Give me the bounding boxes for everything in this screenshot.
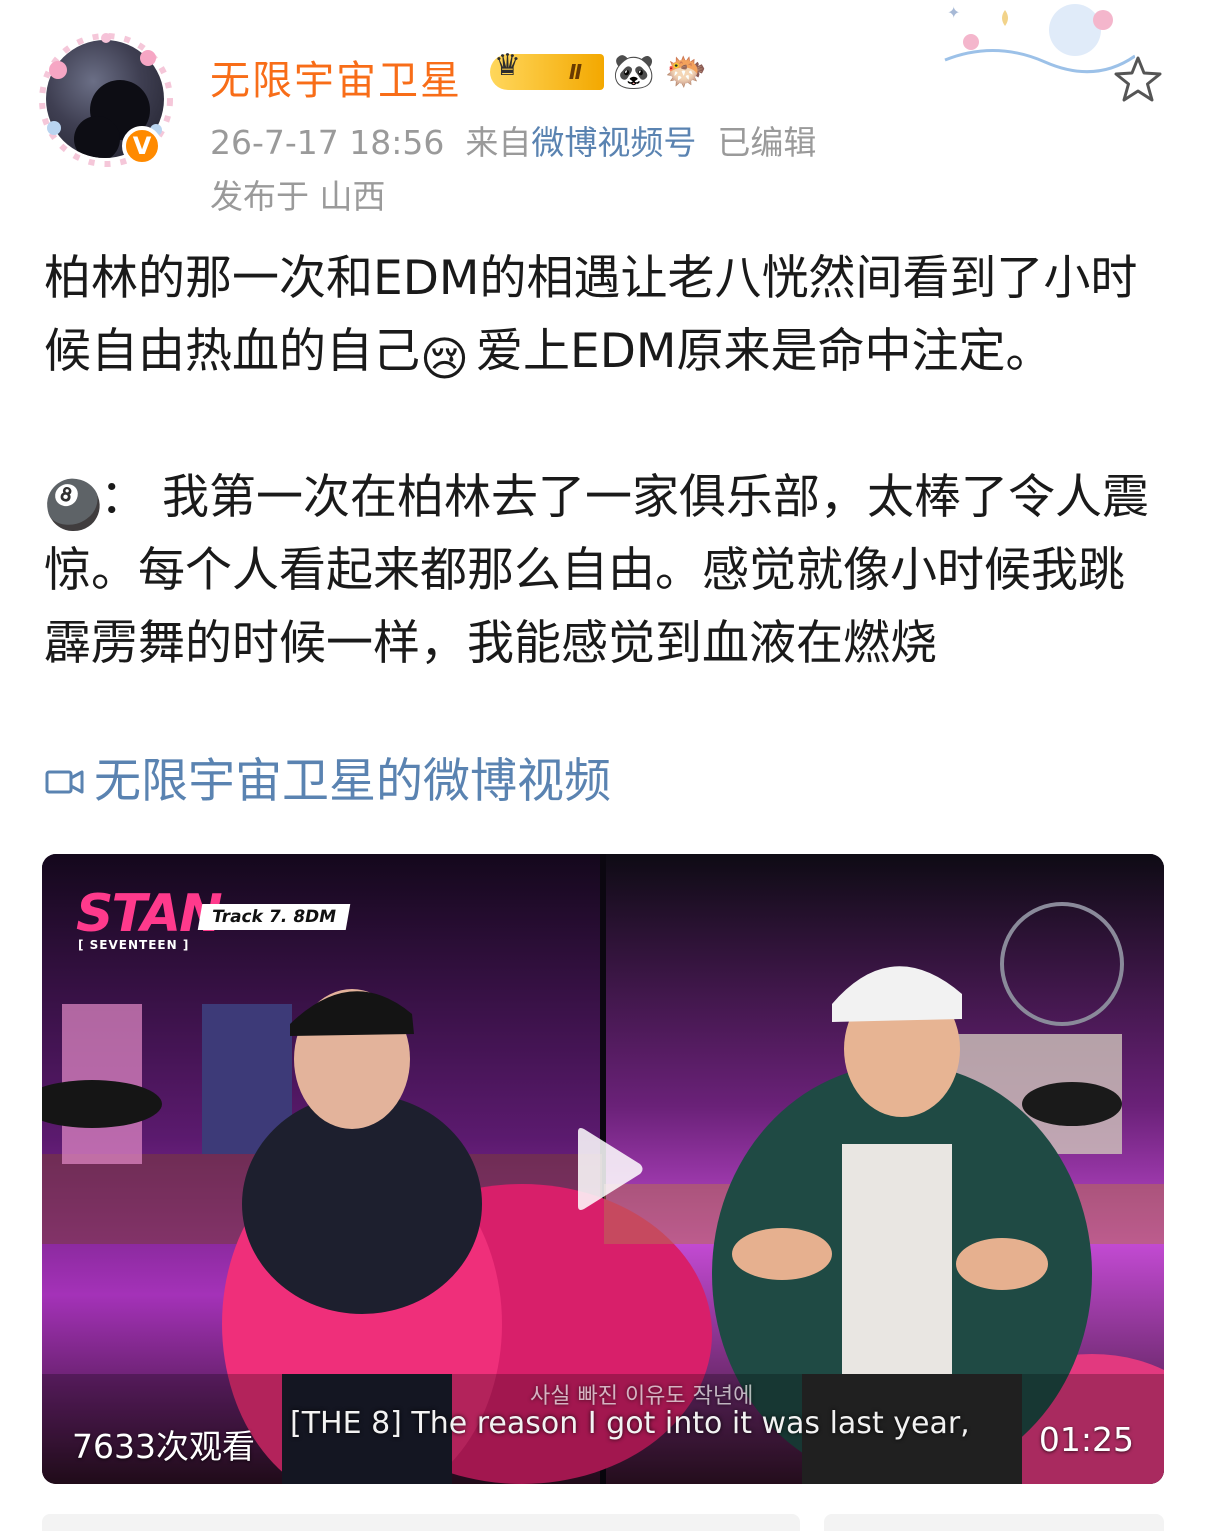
favorite-star-icon[interactable] xyxy=(1112,54,1164,106)
video-duration: 01:25 xyxy=(1038,1420,1134,1459)
show-logo: STAN xyxy=(76,884,223,944)
post-body: 柏林的那一次和EDM的相遇让老八恍然间看到了小时候自由热血的自己😢 爱上EDM原来… xyxy=(44,242,1164,680)
eight-ball-icon: 🎱 xyxy=(44,478,103,533)
track-label: Track 7. 8DM xyxy=(197,904,351,930)
crying-face-icon: 😢 xyxy=(420,332,469,387)
video-camera-icon xyxy=(45,770,84,794)
subtitle-english: [THE 8] The reason I got into it was las… xyxy=(290,1406,970,1441)
post-source-link[interactable]: 微博视频号 xyxy=(531,123,696,162)
post-header: V 无限宇宙卫星 ♛ Ⅱ 🐼 🐡 26-7-17 18:56 来自微博视频号 已… xyxy=(0,0,1206,230)
username[interactable]: 无限宇宙卫星 xyxy=(210,48,462,106)
post-text-1b: 爱上EDM原来是命中注定。 xyxy=(476,324,1053,379)
video-player[interactable]: STAN Track 7. 8DM [ SEVENTEEN ] 7633次观看 … xyxy=(42,854,1164,1484)
crown-icon: ♛ xyxy=(494,48,521,83)
play-icon[interactable] xyxy=(570,1124,646,1214)
edited-label[interactable]: 已编辑 xyxy=(717,123,816,162)
header-decoration: ✦ xyxy=(944,3,1135,74)
source-prefix: 来自 xyxy=(465,123,532,162)
pufferfish-badge-icon[interactable]: 🐡 xyxy=(664,50,708,94)
svg-text:✦: ✦ xyxy=(947,3,960,22)
next-card-preview xyxy=(42,1514,1164,1531)
post-text-2: ： 我第一次在柏林去了一家俱乐部，太棒了令人震惊。每个人看起来都那么自由。感觉就… xyxy=(44,470,1149,671)
weibo-video-link[interactable]: 无限宇宙卫星的微博视频 xyxy=(44,752,611,812)
user-badges: ♛ Ⅱ 🐼 🐡 xyxy=(490,48,708,94)
video-link-label: 无限宇宙卫星的微博视频 xyxy=(94,754,611,809)
panda-badge-icon[interactable]: 🐼 xyxy=(612,50,656,94)
member-level-badge[interactable]: ♛ Ⅱ xyxy=(490,48,604,90)
verified-icon: V xyxy=(122,126,162,166)
next-card-right xyxy=(824,1514,1164,1531)
post-location: 发布于 山西 xyxy=(210,177,386,216)
view-count: 7633次观看 xyxy=(72,1427,255,1466)
post-paragraph-1: 柏林的那一次和EDM的相遇让老八恍然间看到了小时候自由热血的自己😢 爱上EDM原来… xyxy=(44,242,1164,388)
group-label: [ SEVENTEEN ] xyxy=(78,938,190,952)
next-card-left xyxy=(42,1514,800,1531)
member-level-label: Ⅱ xyxy=(568,60,582,84)
post-timestamp: 26-7-17 18:56 xyxy=(210,123,445,162)
post-meta: 26-7-17 18:56 来自微博视频号 已编辑 xyxy=(210,116,816,164)
post-paragraph-2: 🎱： 我第一次在柏林去了一家俱乐部，太棒了令人震惊。每个人看起来都那么自由。感觉… xyxy=(44,461,1164,680)
